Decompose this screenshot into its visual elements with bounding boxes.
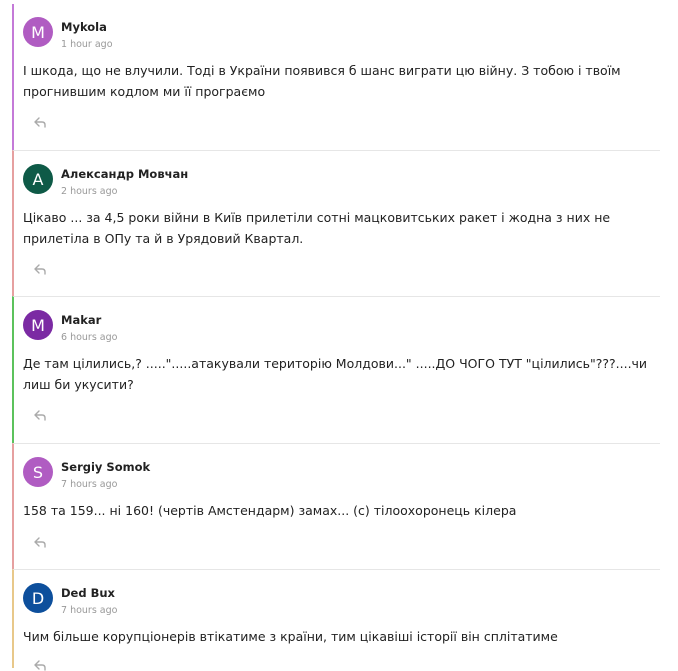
comment-text: І шкода, що не влучили. Тоді в України п… — [23, 63, 621, 99]
comment-author[interactable]: Ded Bux — [61, 586, 115, 600]
comments-list: M Mykola 1 hour ago І шкода, що не влучи… — [12, 0, 660, 671]
reply-arrow-icon[interactable] — [33, 116, 47, 128]
comment-timestamp[interactable]: 7 hours ago — [61, 479, 117, 490]
comment-timestamp[interactable]: 1 hour ago — [61, 39, 113, 50]
comment-item: M Mykola 1 hour ago І шкода, що не влучи… — [12, 4, 660, 150]
comment-text: 158 та 159... ні 160! (чертів Амстендарм… — [23, 503, 517, 518]
comment-text: Де там цілились,? .....".....атакували т… — [23, 356, 648, 392]
comment-text: Цікаво ... за 4,5 роки війни в Київ прил… — [23, 210, 611, 246]
comment-item: A Александр Мовчан 2 hours ago Цікаво ..… — [12, 150, 660, 296]
reply-arrow-icon[interactable] — [33, 659, 47, 671]
avatar[interactable]: S — [23, 457, 53, 487]
reply-arrow-icon[interactable] — [33, 409, 47, 421]
avatar[interactable]: A — [23, 164, 53, 194]
avatar[interactable]: D — [23, 583, 53, 613]
comment-text: Чим більше корупціонерів втікатиме з кра… — [23, 629, 558, 644]
comment-item: M Makar 6 hours ago Де там цілились,? ..… — [12, 296, 660, 443]
comment-author[interactable]: Александр Мовчан — [61, 167, 188, 181]
avatar[interactable]: M — [23, 17, 53, 47]
reply-arrow-icon[interactable] — [33, 263, 47, 275]
comment-timestamp[interactable]: 2 hours ago — [61, 186, 117, 197]
comment-item: D Ded Bux 7 hours ago Чим більше корупці… — [12, 569, 660, 671]
comment-timestamp[interactable]: 6 hours ago — [61, 332, 117, 343]
reply-arrow-icon[interactable] — [33, 536, 47, 548]
comment-author[interactable]: Makar — [61, 313, 101, 327]
comment-item: S Sergiy Somok 7 hours ago 158 та 159...… — [12, 443, 660, 569]
comment-author[interactable]: Mykola — [61, 20, 107, 34]
comment-timestamp[interactable]: 7 hours ago — [61, 605, 117, 616]
comment-author[interactable]: Sergiy Somok — [61, 460, 150, 474]
avatar[interactable]: M — [23, 310, 53, 340]
